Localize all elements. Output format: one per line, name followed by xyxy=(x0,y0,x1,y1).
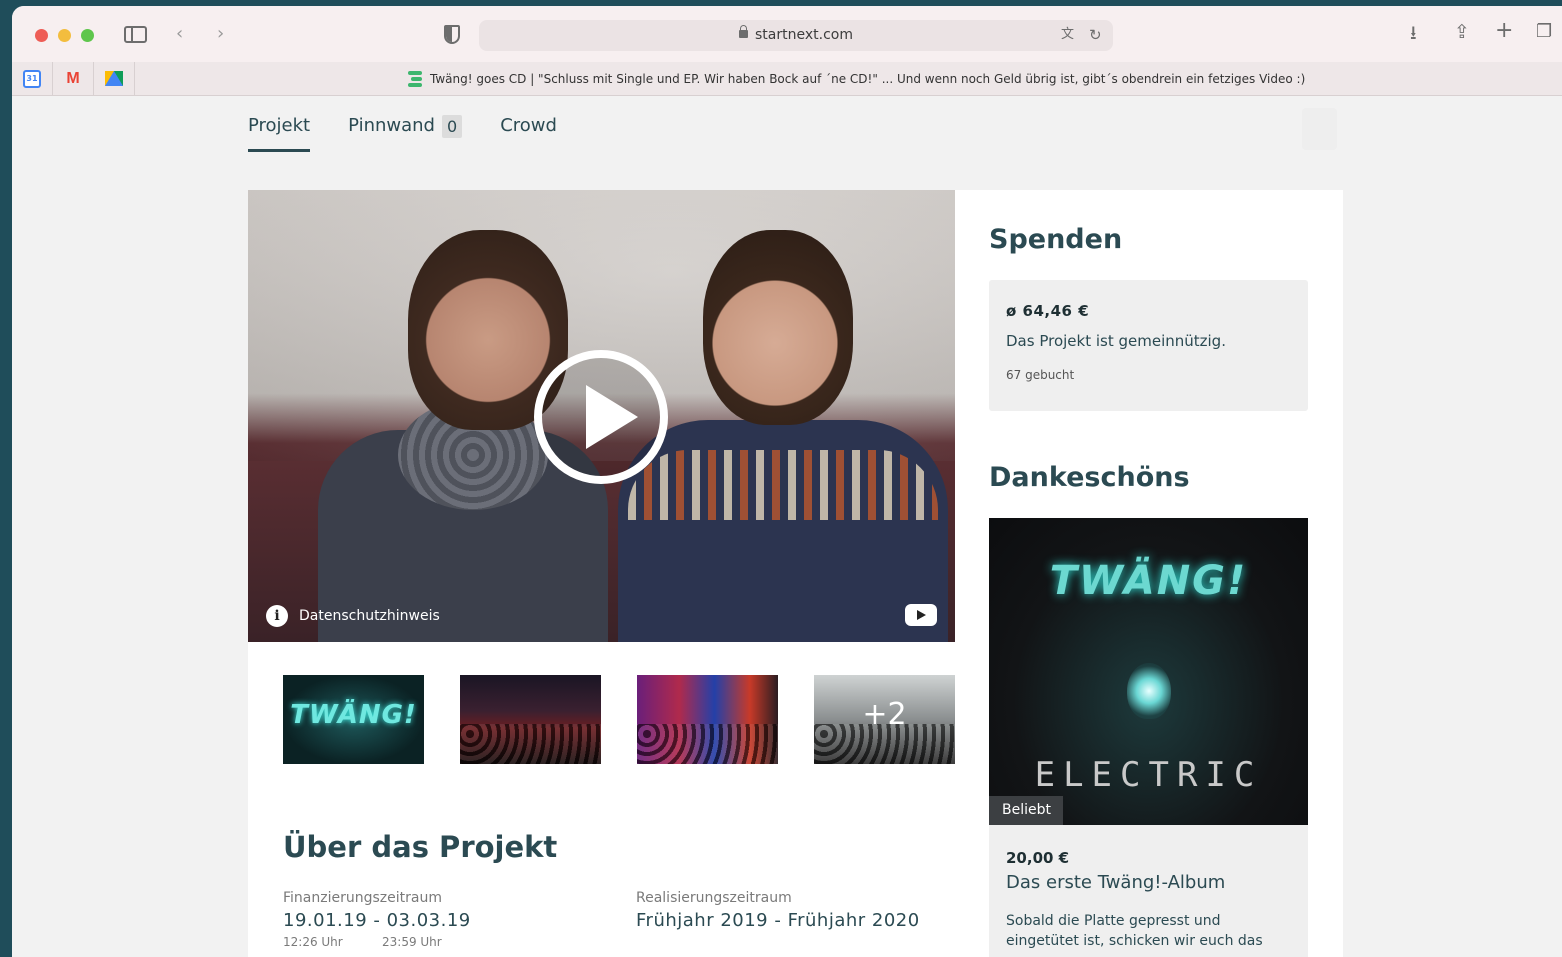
donate-booked-count: 67 gebucht xyxy=(1006,368,1075,382)
gallery-thumb[interactable] xyxy=(637,675,778,764)
project-nav: Projekt Pinnwand 0 Crowd xyxy=(248,114,595,154)
active-tab[interactable]: Twäng! goes CD | "Schluss mit Single und… xyxy=(408,71,1305,87)
zoom-window-button[interactable] xyxy=(81,29,94,42)
nav-action-placeholder[interactable] xyxy=(1302,108,1337,150)
funding-end-time: 23:59 Uhr xyxy=(382,935,442,949)
tab-projekt[interactable]: Projekt xyxy=(248,114,311,152)
donate-title: Spenden xyxy=(989,224,1123,255)
share-icon[interactable]: ⇪ xyxy=(1454,22,1470,42)
funding-period-label: Finanzierungszeitraum xyxy=(283,890,442,906)
reward-card[interactable]: 20,00 € Das erste Twäng!-Album Sobald di… xyxy=(989,825,1308,957)
pinned-tab-drive[interactable] xyxy=(94,62,135,95)
privacy-notice-label: Datenschutzhinweis xyxy=(299,608,440,624)
donate-card[interactable]: ø 64,46 € Das Projekt ist gemeinnützig. … xyxy=(989,280,1308,411)
person-right-sweater-pattern xyxy=(628,450,938,520)
info-icon: i xyxy=(266,605,288,627)
new-tab-icon[interactable]: + xyxy=(1495,20,1513,42)
minimize-window-button[interactable] xyxy=(58,29,71,42)
lock-icon xyxy=(739,25,748,38)
tab-crowd[interactable]: Crowd xyxy=(500,114,557,152)
play-icon[interactable] xyxy=(534,350,668,484)
reward-description: Sobald die Platte gepresst und eingetüte… xyxy=(1006,913,1263,949)
about-title: Über das Projekt xyxy=(283,830,558,864)
tab-projekt-label: Projekt xyxy=(248,115,311,136)
reward-logo-text: TWÄNG! xyxy=(1049,558,1248,604)
person-right-head xyxy=(703,230,853,425)
donate-note: Das Projekt ist gemeinnützig. xyxy=(1006,332,1226,350)
privacy-shield-icon[interactable] xyxy=(444,25,460,44)
reward-price: 20,00 € xyxy=(1006,849,1070,867)
browser-window: ‹ › startnext.com 文 ↻ ⭳ ⇪ + ❐ 31 M Twäng… xyxy=(12,6,1562,957)
privacy-notice[interactable]: i Datenschutzhinweis xyxy=(266,605,440,627)
downloads-icon[interactable]: ⭳ xyxy=(1410,23,1417,43)
thumb-logo-text: TWÄNG! xyxy=(290,700,417,730)
tab-overview-icon[interactable]: ❐ xyxy=(1536,22,1552,42)
address-bar[interactable]: startnext.com 文 ↻ xyxy=(479,20,1113,51)
url-text: startnext.com xyxy=(755,27,853,43)
gallery-thumb[interactable] xyxy=(460,675,601,764)
funding-start-time: 12:26 Uhr xyxy=(283,935,343,949)
gmail-icon: M xyxy=(66,69,80,87)
lightbulb-icon xyxy=(1127,663,1171,719)
translate-icon[interactable]: 文 xyxy=(1061,25,1074,45)
thumb-audience xyxy=(460,723,601,764)
project-video[interactable]: i Datenschutzhinweis xyxy=(248,190,955,642)
page-content: Projekt Pinnwand 0 Crowd i Datenschutzhi… xyxy=(12,96,1562,957)
pinnwand-count-badge: 0 xyxy=(442,115,463,138)
donate-average: ø 64,46 € xyxy=(1006,302,1090,320)
realization-period-value: Frühjahr 2019 - Frühjahr 2020 xyxy=(636,910,920,931)
reward-image-word: ELECTRIC xyxy=(1034,755,1263,795)
drive-icon xyxy=(105,71,123,86)
thumb-choir xyxy=(637,723,778,764)
tab-pinnwand[interactable]: Pinnwand 0 xyxy=(348,114,463,152)
back-icon[interactable]: ‹ xyxy=(176,24,183,44)
reload-icon[interactable]: ↻ xyxy=(1089,25,1102,45)
tab-title: Twäng! goes CD | "Schluss mit Single und… xyxy=(430,72,1306,86)
tab-crowd-label: Crowd xyxy=(500,115,557,136)
more-images-count: +2 xyxy=(862,697,907,732)
gallery-thumb[interactable]: TWÄNG! xyxy=(283,675,424,764)
close-window-button[interactable] xyxy=(35,29,48,42)
calendar-icon: 31 xyxy=(23,69,41,88)
youtube-icon[interactable] xyxy=(905,604,937,626)
rewards-title: Dankeschöns xyxy=(989,462,1190,493)
sidebar-toggle-icon[interactable] xyxy=(124,26,147,43)
tab-bar: 31 M Twäng! goes CD | "Schluss mit Singl… xyxy=(12,62,1562,96)
reward-image[interactable]: TWÄNG! ELECTRIC Beliebt xyxy=(989,518,1308,825)
tab-pinnwand-label: Pinnwand xyxy=(348,115,435,136)
startnext-favicon-icon xyxy=(408,71,422,87)
popular-badge: Beliebt xyxy=(989,796,1063,825)
pinned-tab-calendar[interactable]: 31 xyxy=(12,62,53,95)
reward-name: Das erste Twäng!-Album xyxy=(1006,872,1226,893)
realization-period-label: Realisierungszeitraum xyxy=(636,890,792,906)
gallery-thumbnails: TWÄNG! +2 xyxy=(283,675,991,764)
forward-icon[interactable]: › xyxy=(217,24,224,44)
project-sidebar: Spenden ø 64,46 € Das Projekt ist gemein… xyxy=(955,190,1343,957)
browser-toolbar: ‹ › startnext.com 文 ↻ ⭳ ⇪ + ❐ xyxy=(12,6,1562,62)
gallery-thumb-more[interactable]: +2 xyxy=(814,675,955,764)
funding-period-value: 19.01.19 - 03.03.19 xyxy=(283,910,471,931)
project-main: i Datenschutzhinweis TWÄNG! +2 Über das … xyxy=(248,190,955,957)
pinned-tab-gmail[interactable]: M xyxy=(53,62,94,95)
